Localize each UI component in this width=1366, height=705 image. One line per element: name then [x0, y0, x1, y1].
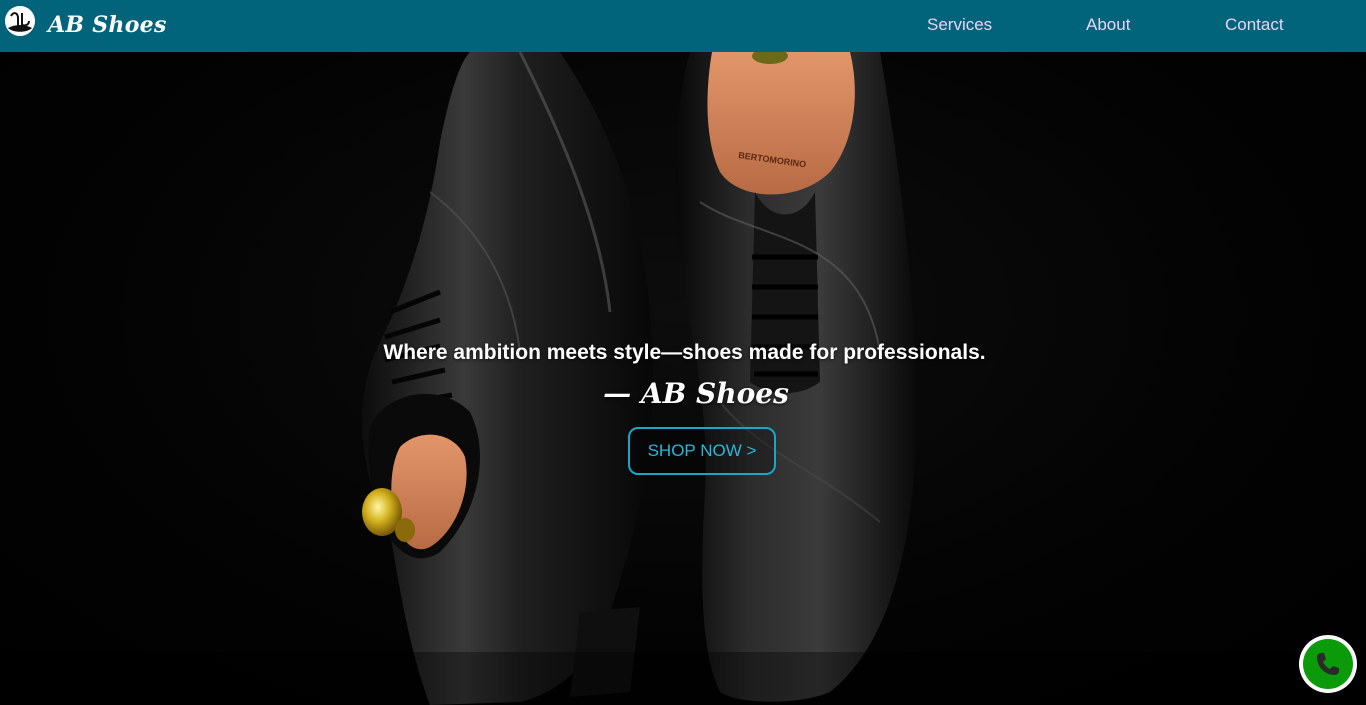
logo-icon[interactable]	[5, 6, 35, 36]
phone-icon	[1303, 639, 1353, 689]
hero-signature: — AB Shoes	[603, 377, 789, 410]
hero-section: BERTOMORINO Where ambition meets style—s…	[0, 52, 1366, 705]
nav-contact[interactable]: Contact	[1225, 16, 1284, 33]
hero-tagline: Where ambition meets style—shoes made fo…	[383, 341, 986, 364]
page: AB Shoes Services About Contact BERTOMOR…	[0, 0, 1366, 705]
nav-about[interactable]: About	[1086, 16, 1130, 33]
navbar: AB Shoes Services About Contact	[0, 0, 1366, 52]
brand-name[interactable]: AB Shoes	[48, 14, 167, 36]
call-button[interactable]	[1299, 635, 1357, 693]
shop-now-button[interactable]: SHOP NOW >	[628, 427, 776, 475]
nav-services[interactable]: Services	[927, 16, 992, 33]
